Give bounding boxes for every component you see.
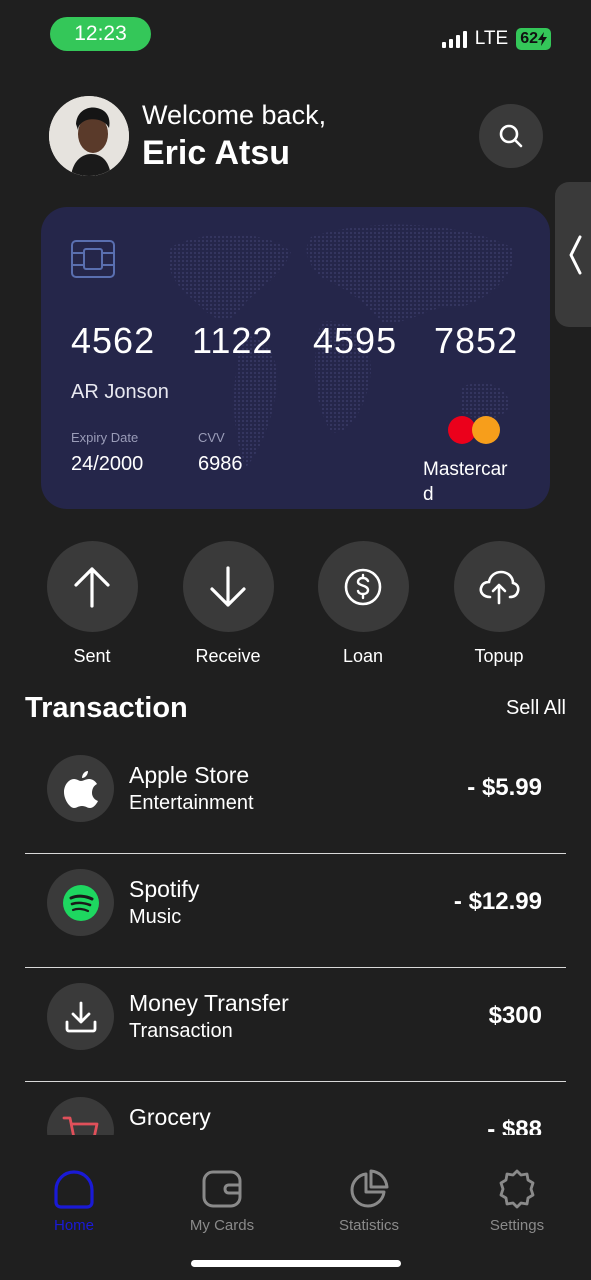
receive-circle <box>182 541 274 632</box>
sent-button[interactable]: Sent <box>46 541 138 667</box>
apple-logo-shape <box>63 770 98 808</box>
cloud-upload-icon <box>479 570 520 604</box>
topup-button[interactable]: Topup <box>453 541 545 667</box>
charging-bolt-icon <box>538 32 547 46</box>
download-icon <box>47 983 114 1050</box>
side-panel-handle[interactable] <box>555 182 591 327</box>
card-number-group: 4562 <box>71 320 156 361</box>
pie-chart-shape <box>350 1169 389 1208</box>
transaction-amount: - $88 <box>487 1116 542 1135</box>
transaction-amount: - $5.99 <box>467 774 542 801</box>
signal-icon <box>441 30 467 48</box>
search-button[interactable] <box>479 104 543 168</box>
tab-home-label: Home <box>53 1217 94 1234</box>
arrow-down-icon <box>210 565 246 607</box>
chart-icon <box>314 1167 424 1211</box>
card-brand: Mastercard <box>423 459 508 505</box>
see-all-link[interactable]: Sell All <box>506 697 566 720</box>
topup-circle <box>453 541 545 632</box>
battery-indicator: 62 <box>516 28 551 50</box>
user-name: Eric Atsu <box>142 134 291 172</box>
chevron-left-icon <box>569 235 582 274</box>
cvv-value: 6986 <box>198 453 243 475</box>
status-time: 12:23 <box>50 17 151 51</box>
transaction-name: Apple Store <box>129 762 250 788</box>
card-chip-icon <box>71 240 115 278</box>
transaction-row[interactable]: Spotify Music - $12.99 <box>25 854 566 968</box>
loan-circle <box>317 541 409 632</box>
sent-circle <box>46 541 138 632</box>
card-number-group: 4595 <box>313 320 398 361</box>
transactions-title: Transaction <box>25 692 188 724</box>
transaction-category: Transaction <box>129 1020 233 1042</box>
card-number-group: 1122 <box>192 320 274 361</box>
receive-button[interactable]: Receive <box>182 541 274 667</box>
transaction-row[interactable]: Grocery - $88 <box>25 1082 566 1135</box>
home-icon <box>19 1167 129 1211</box>
tab-statistics[interactable]: Statistics <box>314 1167 424 1234</box>
transaction-category: Music <box>129 906 182 928</box>
arrow-up-icon <box>74 566 110 608</box>
transaction-amount: - $12.99 <box>453 888 542 915</box>
gear-shape <box>499 1169 535 1209</box>
home-shape <box>54 1170 94 1209</box>
profile-photo <box>49 96 129 176</box>
dollar-circle-icon <box>344 568 382 605</box>
network-type: LTE <box>474 28 509 49</box>
spotify-icon <box>47 869 114 936</box>
tab-my-cards-label: My Cards <box>189 1217 255 1234</box>
loan-label: Loan <box>342 646 384 666</box>
gear-icon <box>462 1167 572 1211</box>
download-shape <box>65 1001 96 1032</box>
transaction-list[interactable]: Apple Store Entertainment - $5.99 Spotif… <box>25 740 566 1135</box>
transaction-row[interactable]: Apple Store Entertainment - $5.99 <box>25 740 566 854</box>
card-number: 4562 1122 4595 7852 <box>71 320 550 362</box>
transaction-amount: $300 <box>488 1002 542 1029</box>
transaction-row[interactable]: Money Transfer Transaction $300 <box>25 968 566 1082</box>
transaction-name: Money Transfer <box>129 990 289 1016</box>
avatar[interactable] <box>49 96 129 176</box>
apple-icon <box>47 755 114 822</box>
wallet-shape <box>202 1170 242 1208</box>
card-number-group: 7852 <box>434 320 519 361</box>
welcome-text: Welcome back, <box>142 100 327 130</box>
cart-shape <box>62 1116 98 1135</box>
expiry-value: 24/2000 <box>71 453 144 475</box>
card-holder-name: AR Jonson <box>71 381 169 403</box>
loan-button[interactable]: Loan <box>317 541 409 667</box>
credit-card[interactable]: 4562 1122 4595 7852 AR Jonson Expiry Dat… <box>41 207 550 509</box>
tab-home[interactable]: Home <box>19 1167 129 1234</box>
wallet-icon <box>167 1167 277 1211</box>
sent-label: Sent <box>73 646 111 666</box>
tab-settings-label: Settings <box>489 1217 545 1234</box>
transaction-category: Entertainment <box>129 792 254 814</box>
tab-my-cards[interactable]: My Cards <box>167 1167 277 1234</box>
cart-icon <box>47 1097 114 1135</box>
topup-label: Topup <box>474 646 524 666</box>
home-indicator[interactable] <box>191 1260 401 1267</box>
search-icon <box>499 124 523 148</box>
spotify-logo-shape <box>62 884 99 921</box>
mastercard-logo-icon <box>448 416 500 444</box>
transaction-name: Spotify <box>129 876 200 902</box>
tab-statistics-label: Statistics <box>338 1217 399 1234</box>
receive-label: Receive <box>195 646 261 666</box>
cvv-label: CVV <box>198 430 225 445</box>
expiry-label: Expiry Date <box>71 430 139 445</box>
status-indicators: LTE 62 <box>441 28 551 50</box>
transaction-name: Grocery <box>129 1104 211 1130</box>
battery-level: 62 <box>520 30 538 47</box>
tab-settings[interactable]: Settings <box>462 1167 572 1234</box>
